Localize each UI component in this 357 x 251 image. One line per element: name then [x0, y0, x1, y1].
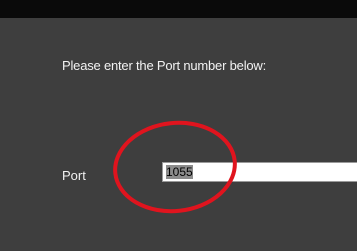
- port-input[interactable]: [162, 162, 357, 182]
- port-dialog-panel: [0, 18, 357, 251]
- title-bar: [0, 0, 357, 18]
- port-label: Port: [62, 168, 86, 183]
- instruction-text: Please enter the Port number below:: [62, 58, 267, 73]
